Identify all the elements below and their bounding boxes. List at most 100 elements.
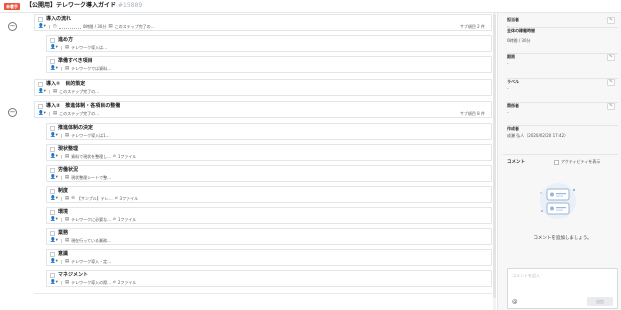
comment-input-box[interactable]: コメントを記入 @ 送信 — [507, 268, 618, 309]
note-icon: ▤ — [64, 154, 70, 159]
list-item[interactable]: 進め方 👤▾ ▤ テレワーク導入は… — [46, 35, 492, 52]
checkbox[interactable] — [50, 168, 55, 173]
item-meta: 👤▾ ◷ 0時間 / 30分 ▤ このステップ完了の… — [38, 24, 155, 30]
field-label: 関係者 — [507, 103, 519, 108]
assignee-icon[interactable]: 👤▾ — [50, 66, 58, 72]
assignee-icon[interactable]: 👤▾ — [50, 45, 58, 51]
checkbox[interactable] — [50, 147, 55, 152]
list-item[interactable]: 現状整理 👤▾ ▤ 資料で現状を整理し… ⌀ 1ファイル — [46, 144, 492, 161]
assignee-icon[interactable]: 👤▾ — [38, 24, 46, 30]
assignee-icon[interactable]: 👤▾ — [50, 280, 58, 286]
assignee-icon[interactable]: 👤▾ — [50, 133, 58, 139]
mention-icon[interactable]: @ — [512, 299, 518, 305]
item-meta: 👤▾ ▤ テレワーク導入・定… — [50, 259, 111, 265]
checklist-tree: − 導入の流れ 👤▾ ◷ 0時間 / 30分 ▤ このステップ完了の… サブ項目… — [0, 13, 497, 310]
file-count[interactable]: 3ファイル — [120, 196, 139, 202]
item-meta: 👤▾ ▤ テレワーク導入の際… ⌀ 2ファイル — [50, 280, 136, 286]
checkbox[interactable] — [38, 104, 43, 109]
note-icon: ▤ — [64, 45, 70, 50]
main-scrollbar-thumb[interactable] — [493, 14, 496, 298]
collapse-toggle-group-3[interactable]: − — [8, 108, 17, 117]
comment-heading: コメント — [507, 160, 525, 165]
checkbox[interactable] — [50, 38, 55, 43]
field-label-tags: ラベル - ✎ — [507, 78, 618, 92]
item-title: 導入① 目的策定 — [46, 81, 86, 87]
page-title-text: 【公開用】テレワーク導入ガイド — [26, 2, 117, 9]
note-icon: ▤ — [64, 133, 70, 138]
field-label: 作成者 — [507, 126, 519, 131]
list-item[interactable]: 労働状況 👤▾ ▤ 現状整理シートで整… — [46, 165, 492, 182]
assignee-icon[interactable]: 👤▾ — [38, 111, 46, 117]
list-bottom-divider — [34, 293, 492, 294]
link-icon: ⊜ — [71, 196, 75, 201]
note-icon: ▤ — [64, 259, 70, 264]
file-count[interactable]: 1ファイル — [118, 154, 137, 160]
edit-pencil-icon[interactable]: ✎ — [607, 79, 615, 86]
header-bar: 未着手 【公開用】テレワーク導入ガイド #15889 — [0, 0, 621, 13]
item-description: テレワーク導入の際… — [71, 280, 112, 285]
file-count[interactable]: 2ファイル — [118, 280, 137, 286]
edit-pencil-icon[interactable]: ✎ — [607, 54, 615, 61]
item-description: 【サンプル】テレ… — [76, 196, 113, 201]
divider — [507, 125, 618, 126]
item-description: テレワーク導入は1… — [71, 133, 110, 138]
list-item[interactable]: 環境 👤▾ ▤ テレワークに必要な… ⌀ 1ファイル — [46, 207, 492, 224]
item-meta: 👤▾ ▤ テレワーク導入は… — [50, 45, 107, 51]
item-title: 導入の流れ — [46, 16, 72, 22]
list-item[interactable]: 推進体制の決定 👤▾ ▤ テレワーク導入は1… — [46, 123, 492, 140]
list-item-group-1[interactable]: 導入の流れ 👤▾ ◷ 0時間 / 30分 ▤ このステップ完了の… サブ項目 2… — [34, 14, 492, 31]
item-meta: 👤▾ ▤ 現在行っている業務… — [50, 238, 111, 244]
checkbox[interactable] — [50, 59, 55, 64]
item-meta: 👤▾ ▤ テレワークでは資料… — [50, 66, 111, 72]
checkbox[interactable] — [38, 17, 43, 22]
divider — [507, 27, 618, 28]
item-meta: 👤▾ ▤ テレワークに必要な… ⌀ 1ファイル — [50, 217, 136, 223]
list-item-group-3[interactable]: 導入② 推進体制・各項目の整備 👤▾ ▤ このステップ完了の… サブ項目 8 件 — [34, 101, 492, 118]
list-item[interactable]: 業務 👤▾ ▤ 現在行っている業務… — [46, 228, 492, 245]
status-badge[interactable]: 未着手 — [4, 3, 20, 10]
list-item[interactable]: 制度 👤▾ ▤ ⊜ 【サンプル】テレ… ⌀ 3ファイル — [46, 186, 492, 203]
list-item[interactable]: 意識 👤▾ ▤ テレワーク導入・定… — [46, 249, 492, 266]
field-total-time: 全体の稼働時間 0時間 / 30分 — [507, 27, 618, 44]
item-title: 準備すべき項目 — [58, 58, 93, 64]
checkbox[interactable] — [50, 231, 55, 236]
assignee-icon[interactable]: 👤▾ — [50, 259, 58, 265]
assignee-icon[interactable]: 👤▾ — [38, 89, 46, 95]
attachment-icon: ⌀ — [113, 217, 116, 222]
assignee-icon[interactable]: 👤▾ — [50, 175, 58, 181]
item-title: 環境 — [58, 209, 69, 215]
collapse-toggle-group-1[interactable]: − — [8, 22, 17, 31]
post-comment-button[interactable]: 送信 — [587, 297, 613, 306]
assignee-icon[interactable]: 👤▾ — [50, 238, 58, 244]
checkbox[interactable] — [38, 82, 43, 87]
field-label: 担当者 — [507, 17, 519, 22]
assignee-icon[interactable]: 👤▾ — [50, 196, 58, 202]
list-item[interactable]: マネジメント 👤▾ ▤ テレワーク導入の際… ⌀ 2ファイル — [46, 270, 492, 287]
assignee-icon[interactable]: 👤▾ — [50, 154, 58, 160]
checkbox[interactable] — [50, 273, 55, 278]
show-activity-toggle[interactable]: アクティビティを表示 — [554, 159, 600, 165]
work-time: 0時間 / 30分 — [82, 24, 107, 29]
item-description: テレワーク導入・定… — [71, 259, 112, 264]
divider — [507, 102, 618, 103]
checkbox[interactable] — [50, 189, 55, 194]
comment-input-placeholder[interactable]: コメントを記入 — [512, 273, 540, 279]
checkbox[interactable] — [554, 159, 559, 165]
checkbox[interactable] — [50, 210, 55, 215]
edit-pencil-icon[interactable]: ✎ — [607, 103, 615, 110]
file-count[interactable]: 1ファイル — [118, 217, 137, 223]
checkbox[interactable] — [50, 252, 55, 257]
edit-pencil-icon[interactable]: ✎ — [607, 17, 615, 24]
list-item[interactable]: 準備すべき項目 👤▾ ▤ テレワークでは資料… — [46, 56, 492, 73]
detail-sidebar: 担当者 - ✎ 全体の稼働時間 0時間 / 30分 期限 - ✎ ラベル - ✎… — [497, 13, 621, 310]
assignee-icon[interactable]: 👤▾ — [50, 217, 58, 223]
field-related-people: 関係者 - ✎ — [507, 102, 618, 116]
list-item-group-2[interactable]: 導入① 目的策定 👤▾ ▤ このステップ完了の… — [34, 79, 492, 96]
note-icon: ▤ — [64, 175, 70, 180]
item-title: 現状整理 — [58, 146, 79, 152]
field-value: - — [507, 61, 509, 66]
item-description: テレワーク導入は… — [71, 45, 108, 50]
divider — [507, 78, 618, 79]
empty-comments-message: コメントを追加しましょう。 — [533, 236, 592, 241]
checkbox[interactable] — [50, 126, 55, 131]
